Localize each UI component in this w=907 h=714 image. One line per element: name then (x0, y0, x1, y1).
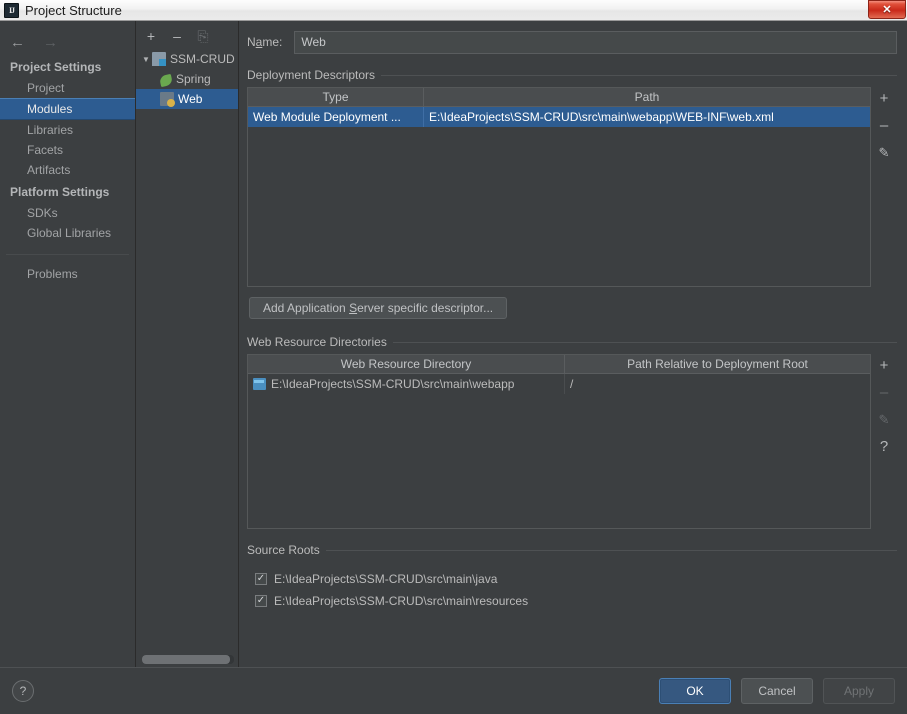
sidebar-item-project[interactable]: Project (0, 78, 135, 98)
web-resource-directories-table: Web Resource Directory Path Relative to … (247, 354, 871, 529)
web-resource-directories-section: Web Resource Directories Web Resource Di… (247, 335, 897, 529)
tree-node-ssm-crud[interactable]: ▼ SSM-CRUD (136, 49, 238, 69)
dialog-footer: ? OK Cancel Apply (0, 667, 907, 714)
remove-module-icon[interactable]: – (170, 29, 184, 43)
table-row[interactable]: E:\IdeaProjects\SSM-CRUD\src\main\webapp… (248, 374, 870, 394)
web-resource-table-wrap: Web Resource Directory Path Relative to … (247, 354, 897, 529)
source-root-checkbox[interactable]: ✓ (255, 573, 267, 585)
source-roots-list: ✓ E:\IdeaProjects\SSM-CRUD\src\main\java… (247, 562, 897, 612)
column-header-path[interactable]: Path (424, 88, 870, 106)
forward-arrow-icon: → (43, 33, 58, 51)
module-tree-panel: + – ⎘ ▼ SSM-CRUD Spring Web (136, 21, 239, 667)
module-tree: ▼ SSM-CRUD Spring Web (136, 47, 238, 667)
tree-node-spring[interactable]: Spring (136, 69, 238, 89)
deployment-descriptors-table-wrap: Type Path Web Module Deployment ... E:\I… (247, 87, 897, 287)
table-header: Type Path (248, 88, 870, 107)
add-web-resource-icon[interactable]: + (875, 356, 893, 374)
column-header-web-resource-directory[interactable]: Web Resource Directory (248, 355, 565, 373)
web-facet-icon (160, 92, 175, 107)
list-item[interactable]: ✓ E:\IdeaProjects\SSM-CRUD\src\main\reso… (255, 590, 897, 612)
name-label: Name: (247, 35, 283, 49)
intellij-idea-icon: IJ (4, 2, 19, 18)
sidebar-item-facets[interactable]: Facets (0, 140, 135, 160)
help-web-resource-icon[interactable]: ? (875, 437, 893, 455)
tree-node-label: SSM-CRUD (170, 52, 235, 66)
cell-type: Web Module Deployment ... (248, 107, 424, 127)
sidebar-item-problems[interactable]: Problems (0, 264, 135, 284)
source-root-label: E:\IdeaProjects\SSM-CRUD\src\main\java (274, 572, 498, 586)
cell-web-resource-directory: E:\IdeaProjects\SSM-CRUD\src\main\webapp (248, 374, 565, 394)
section-divider (325, 549, 897, 551)
cancel-button[interactable]: Cancel (741, 678, 813, 704)
cell-path: E:\IdeaProjects\SSM-CRUD\src\main\webapp… (429, 110, 774, 124)
source-roots-header: Source Roots (247, 543, 897, 557)
module-icon (152, 52, 166, 66)
deployment-descriptors-actions: + – ✎ (871, 87, 897, 287)
column-header-type[interactable]: Type (248, 88, 424, 106)
column-header-path-relative[interactable]: Path Relative to Deployment Root (565, 355, 870, 373)
help-button[interactable]: ? (12, 680, 34, 702)
deployment-descriptors-section: Deployment Descriptors Type Path Web Mod… (247, 68, 897, 319)
source-root-label: E:\IdeaProjects\SSM-CRUD\src\main\resour… (274, 594, 529, 608)
source-roots-section: Source Roots ✓ E:\IdeaProjects\SSM-CRUD\… (247, 543, 897, 612)
nav-divider (6, 254, 129, 255)
sidebar-item-sdks[interactable]: SDKs (0, 203, 135, 223)
module-tree-toolbar: + – ⎘ (136, 21, 238, 47)
apply-button: Apply (823, 678, 895, 704)
facet-settings-pane: Name: Deployment Descriptors Type Path (239, 21, 907, 667)
title-bar: IJ Project Structure ✕ (0, 0, 907, 21)
sidebar-item-modules[interactable]: Modules (0, 98, 135, 120)
list-item[interactable]: ✓ E:\IdeaProjects\SSM-CRUD\src\main\java (255, 568, 897, 590)
section-title: Source Roots (247, 543, 320, 557)
tree-node-label: Web (178, 92, 203, 106)
cell-path-relative: / (570, 377, 574, 391)
settings-navigation-panel: ← → Project Settings Project Modules Lib… (0, 21, 136, 667)
section-title: Deployment Descriptors (247, 68, 376, 82)
web-resource-directories-header: Web Resource Directories (247, 335, 897, 349)
close-window-icon[interactable]: ✕ (868, 0, 906, 19)
name-row: Name: (247, 30, 897, 54)
back-arrow-icon[interactable]: ← (10, 35, 25, 50)
section-divider (392, 341, 897, 343)
deployment-descriptors-header: Deployment Descriptors (247, 68, 897, 82)
navigation-history-toolbar: ← → (0, 29, 135, 55)
table-row[interactable]: Web Module Deployment ... E:\IdeaProject… (248, 107, 870, 127)
module-tree-horizontal-scrollbar[interactable] (142, 655, 234, 664)
add-module-icon[interactable]: + (144, 29, 158, 43)
section-divider (381, 74, 897, 76)
deployment-descriptors-table: Type Path Web Module Deployment ... E:\I… (247, 87, 871, 287)
add-application-server-descriptor-button[interactable]: Add Application Server specific descript… (249, 297, 508, 319)
tree-node-web[interactable]: Web (136, 89, 238, 109)
sidebar-item-libraries[interactable]: Libraries (0, 120, 135, 140)
dialog-content: ← → Project Settings Project Modules Lib… (0, 21, 907, 667)
remove-web-resource-icon: – (879, 383, 889, 401)
add-descriptor-button-row: Add Application Server specific descript… (249, 297, 897, 319)
tree-node-label: Spring (176, 72, 211, 86)
name-input[interactable] (294, 30, 897, 54)
nav-group-platform-settings: Platform Settings (10, 185, 110, 199)
chevron-down-icon[interactable]: ▼ (140, 55, 152, 64)
window-title: Project Structure (25, 2, 122, 18)
add-descriptor-icon[interactable]: + (875, 89, 893, 107)
project-structure-dialog: ← → Project Settings Project Modules Lib… (0, 21, 907, 714)
web-resource-actions: + – ✎ ? (871, 354, 897, 529)
source-root-checkbox[interactable]: ✓ (255, 595, 267, 607)
sidebar-item-artifacts[interactable]: Artifacts (0, 160, 135, 180)
section-title: Web Resource Directories (247, 335, 387, 349)
table-header: Web Resource Directory Path Relative to … (248, 355, 870, 374)
copy-module-icon: ⎘ (197, 28, 209, 44)
folder-icon (253, 378, 266, 390)
nav-group-project-settings: Project Settings (10, 60, 102, 74)
edit-descriptor-icon[interactable]: ✎ (875, 143, 893, 161)
ok-button[interactable]: OK (659, 678, 731, 704)
remove-descriptor-icon[interactable]: – (875, 116, 893, 134)
scrollbar-thumb[interactable] (142, 655, 230, 664)
edit-web-resource-icon: ✎ (878, 411, 890, 427)
spring-leaf-icon (158, 73, 174, 87)
sidebar-item-global-libraries[interactable]: Global Libraries (0, 223, 135, 243)
